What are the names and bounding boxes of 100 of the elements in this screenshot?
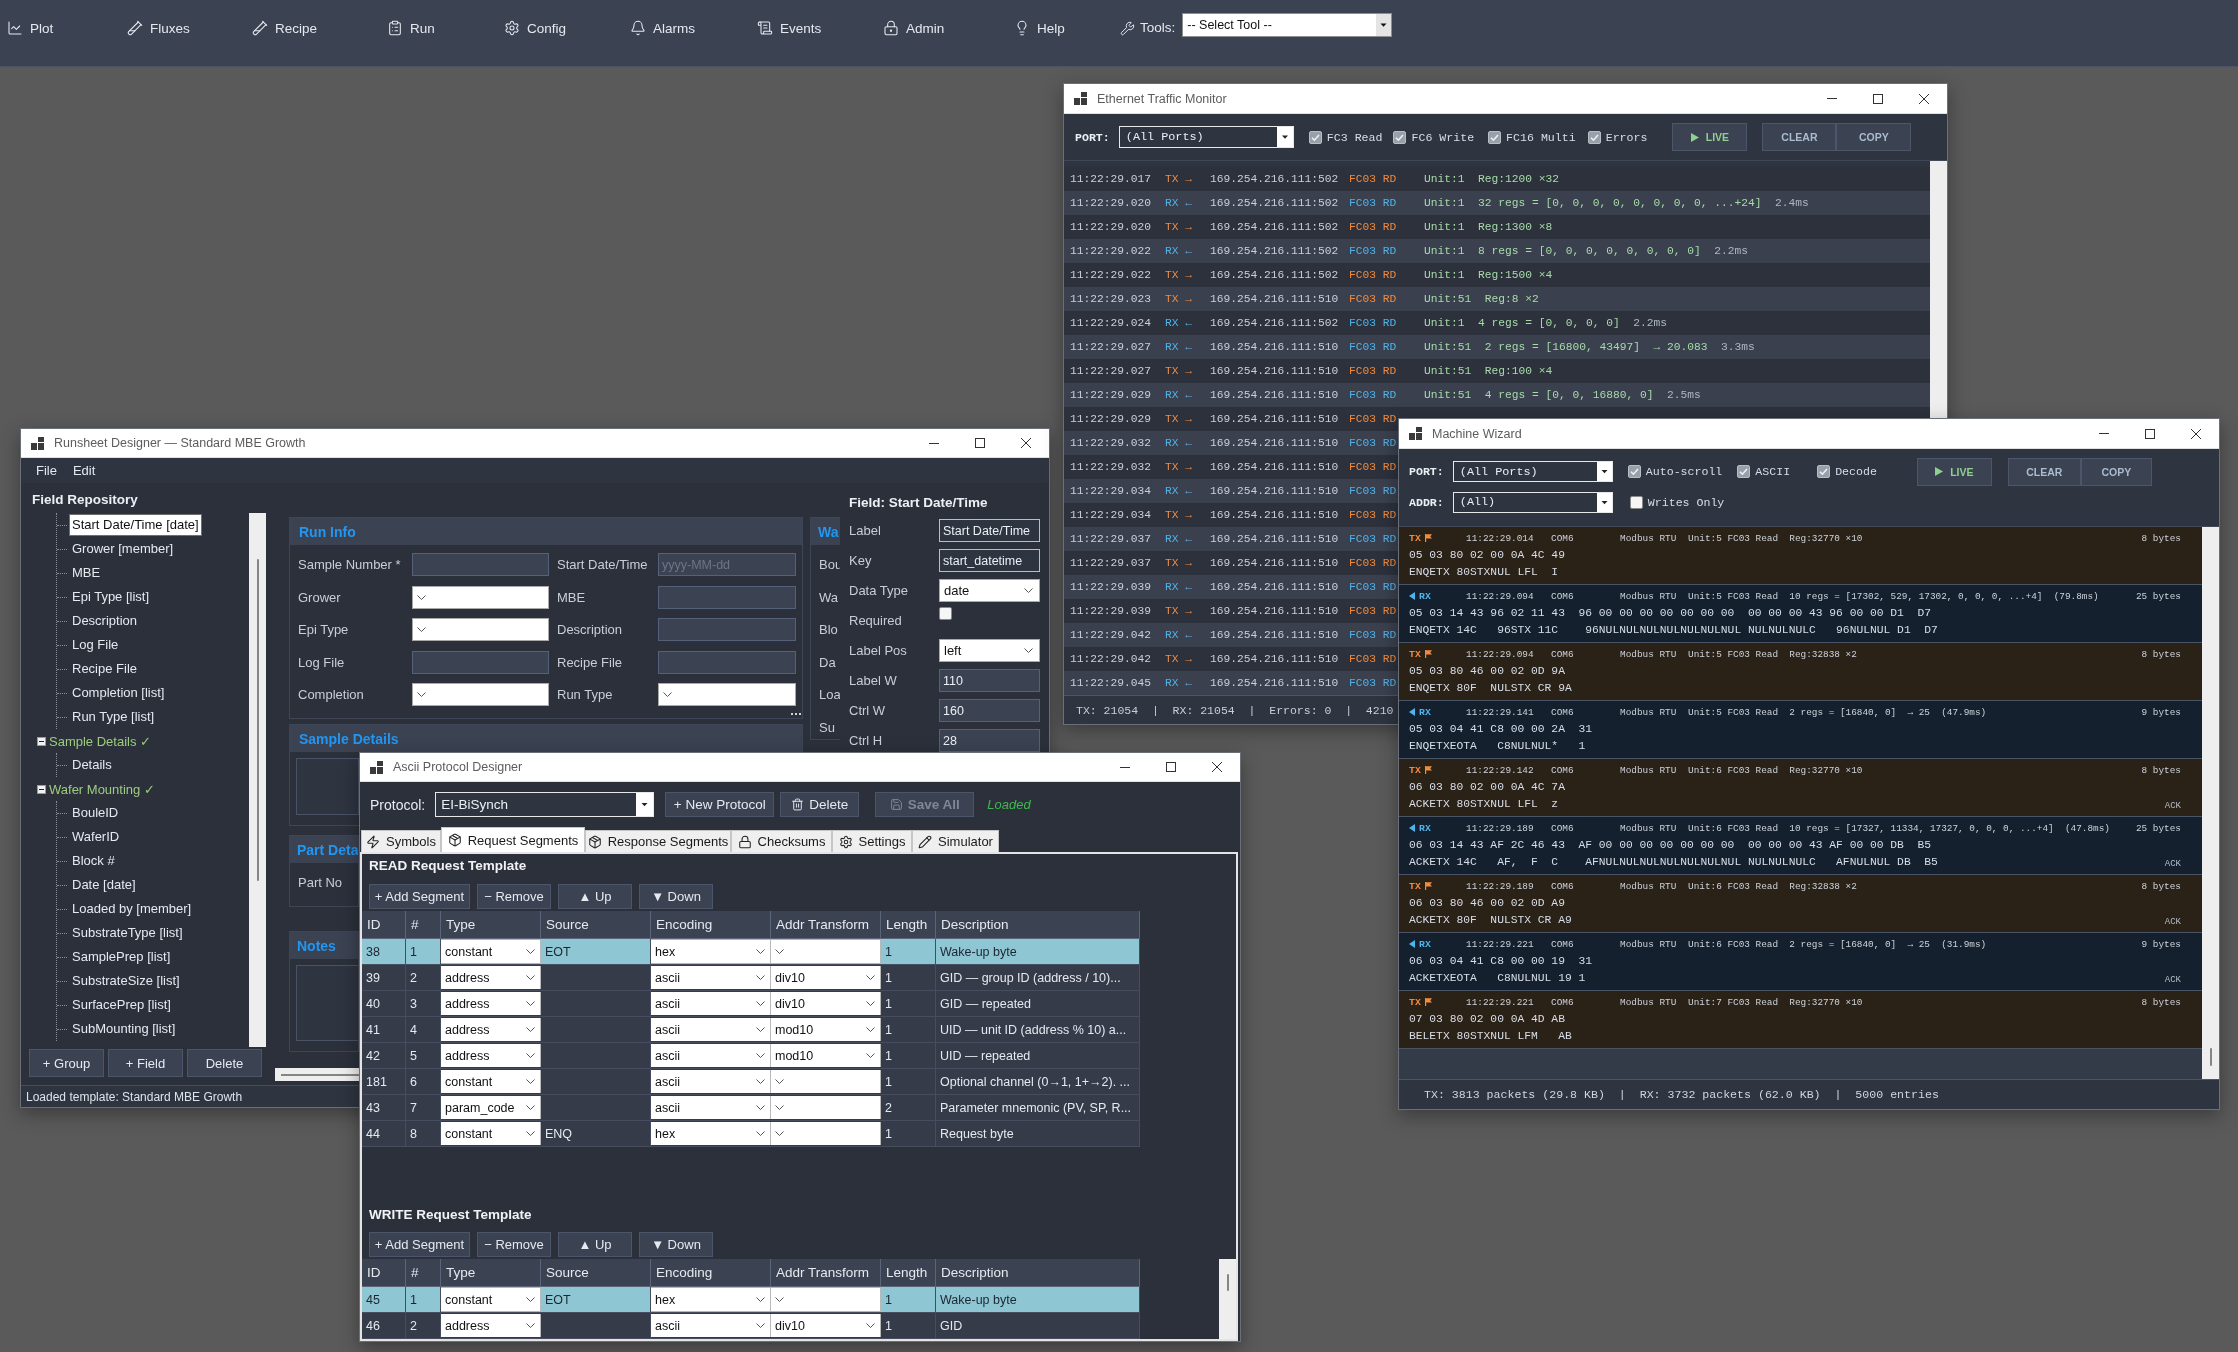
table-row[interactable]: 43 7 param_code ascii 2 Parameter mnemonic (PV, SP, R...	[362, 1095, 1140, 1121]
cell-dropdown[interactable]: address	[441, 1018, 541, 1041]
dropdown[interactable]: left	[939, 639, 1040, 662]
cell-dropdown[interactable]: ascii	[651, 1070, 771, 1093]
checkbox[interactable]	[1817, 465, 1831, 478]
scrollbar[interactable]	[1219, 1259, 1236, 1339]
cell-dropdown[interactable]: address	[441, 1314, 541, 1337]
toolbar-button[interactable]: + Add Segment	[369, 1232, 470, 1257]
cell-dropdown[interactable]: div10	[771, 1314, 881, 1337]
table-row[interactable]: 44 8 constant ENQ hex 1 Request byte	[362, 1121, 1140, 1147]
text-field[interactable]	[658, 585, 796, 609]
table-row[interactable]: 42 5 address ascii mod10 1 UID — repeated	[362, 1043, 1140, 1069]
tree-group[interactable]: Wafer Mounting ✓	[49, 781, 155, 797]
tree-item[interactable]: SubMounting [list]	[69, 1018, 179, 1040]
toolbar-button[interactable]: + New Protocol	[665, 792, 775, 817]
tree-item[interactable]: SubstrateSize [list]	[69, 970, 183, 992]
tree-item[interactable]: Description	[69, 610, 141, 632]
cell-dropdown[interactable]: hex	[651, 1288, 771, 1311]
checkbox[interactable]	[1629, 495, 1643, 509]
cell-dropdown[interactable]: param_code	[441, 1096, 541, 1119]
tab[interactable]: Checksums	[731, 830, 832, 852]
cell-dropdown[interactable]	[771, 1096, 881, 1119]
checkbox[interactable]	[1488, 130, 1502, 144]
checkbox[interactable]	[1587, 130, 1601, 144]
text-field[interactable]	[658, 650, 796, 674]
collapse-icon[interactable]	[37, 784, 46, 794]
scrollbar[interactable]	[275, 1068, 359, 1081]
live-button[interactable]: LIVE	[1672, 123, 1748, 151]
toolbar-button[interactable]: CLEAR	[1762, 123, 1837, 151]
tree-group[interactable]: Sample Details ✓	[49, 733, 151, 749]
scrollbar[interactable]	[249, 513, 266, 1047]
tree-item[interactable]: Completion [list]	[69, 682, 168, 704]
cell-dropdown[interactable]: div10	[771, 992, 881, 1015]
dropdown[interactable]: date	[939, 579, 1040, 602]
tool-select[interactable]: -- Select Tool --	[1182, 13, 1393, 37]
text-field[interactable]: start_datetime	[939, 549, 1040, 572]
scrollbar[interactable]	[2202, 527, 2219, 1079]
number-field[interactable]: 110	[939, 669, 1040, 692]
text-field[interactable]: Start Date/Time	[939, 519, 1040, 542]
tree-item[interactable]: Loaded by [member]	[69, 898, 195, 920]
panel-button[interactable]: Delete	[187, 1049, 262, 1077]
nav-button[interactable]: Config	[504, 15, 567, 41]
cell-dropdown[interactable]: constant	[441, 1122, 541, 1145]
checkbox[interactable]	[1308, 130, 1322, 144]
nav-button[interactable]: Events	[757, 15, 822, 41]
number-field[interactable]: 160	[939, 699, 1040, 722]
checkbox[interactable]	[1737, 465, 1751, 478]
cell-dropdown[interactable]: ascii	[651, 1044, 771, 1067]
cell-dropdown[interactable]: ascii	[651, 992, 771, 1015]
menu-item[interactable]: File	[28, 461, 65, 480]
cell-dropdown[interactable]: ascii	[651, 1018, 771, 1041]
tree-item[interactable]: SamplePrep [list]	[69, 946, 174, 968]
cell-dropdown[interactable]	[771, 1070, 881, 1093]
tree-item[interactable]: Details	[69, 754, 115, 776]
toolbar-button[interactable]: ▼ Down	[639, 1232, 713, 1257]
tree-item[interactable]: WaferID	[69, 826, 123, 848]
collapse-icon[interactable]	[37, 736, 46, 746]
toolbar-button[interactable]: − Remove	[477, 884, 551, 909]
table-row[interactable]: 181 6 constant ascii 1 Optional channel (0→1, 1+→2). ...	[362, 1069, 1140, 1095]
cell-dropdown[interactable]: address	[441, 966, 541, 989]
tab[interactable]: Request Segments	[441, 827, 585, 852]
menu-item[interactable]: Edit	[64, 461, 104, 480]
tree-item[interactable]: Recipe File	[69, 658, 141, 680]
nav-button[interactable]: Help	[1014, 15, 1065, 41]
cell-dropdown[interactable]	[771, 1122, 881, 1145]
nav-button[interactable]: Plot	[7, 15, 54, 41]
toolbar-button[interactable]: ▼ Down	[639, 884, 713, 909]
table-row[interactable]: 45 1 constant EOT hex 1 Wake-up byte	[362, 1287, 1140, 1313]
live-button[interactable]: LIVE	[1916, 457, 1992, 486]
tab[interactable]: Simulator	[912, 830, 999, 852]
cell-dropdown[interactable]: address	[441, 1044, 541, 1067]
toolbar-button[interactable]: ▲ Up	[558, 1232, 632, 1257]
port-select[interactable]: (All Ports)	[1452, 461, 1613, 482]
nav-button[interactable]: Recipe	[252, 15, 318, 41]
tree-item[interactable]: Log File	[69, 634, 122, 656]
cell-dropdown[interactable]	[771, 1288, 881, 1311]
cell-dropdown[interactable]: hex	[651, 940, 771, 963]
text-field[interactable]	[412, 650, 549, 674]
text-field[interactable]	[658, 618, 796, 641]
table-row[interactable]: 38 1 constant EOT hex 1 Wake-up byte	[362, 939, 1140, 965]
nav-button[interactable]: Admin	[883, 15, 945, 41]
dropdown[interactable]	[412, 585, 549, 609]
tab[interactable]: Settings	[832, 830, 912, 852]
tab[interactable]: Symbols	[361, 830, 441, 852]
toolbar-button[interactable]: COPY	[1836, 123, 1912, 151]
panel-button[interactable]: + Group	[29, 1049, 104, 1077]
tree-item[interactable]: Block #	[69, 850, 118, 872]
tab[interactable]: Response Segments	[585, 830, 731, 852]
cell-dropdown[interactable]: mod10	[771, 1018, 881, 1041]
port-select[interactable]: (All Ports)	[1118, 126, 1294, 148]
nav-button[interactable]: Alarms	[630, 15, 695, 41]
cell-dropdown[interactable]: mod10	[771, 1044, 881, 1067]
cell-dropdown[interactable]: constant	[441, 1288, 541, 1311]
toolbar-button[interactable]: COPY	[2080, 457, 2152, 486]
tree-item[interactable]: Grower [member]	[69, 538, 177, 560]
tree-item[interactable]: SurfacePrep [list]	[69, 994, 174, 1016]
table-row[interactable]: 46 2 address ascii div10 1 GID	[362, 1313, 1140, 1339]
tree-item[interactable]: Start Date/Time [date]	[69, 514, 202, 536]
nav-button[interactable]: Run	[387, 15, 435, 41]
scrollbar[interactable]	[1930, 161, 1947, 419]
